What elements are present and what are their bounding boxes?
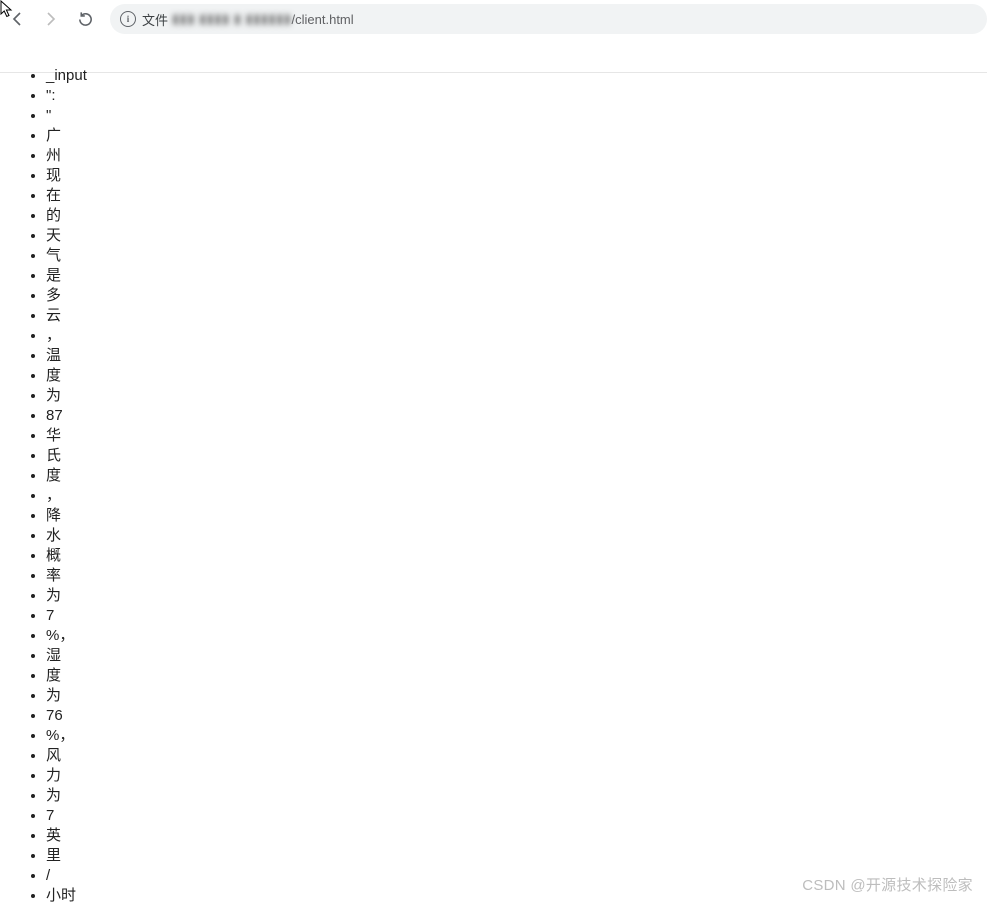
list-item: 率 (46, 566, 987, 586)
address-protocol-label: 文件 (142, 10, 168, 29)
list-item: 广 (46, 126, 987, 146)
list-item: 度 (46, 366, 987, 386)
list-item: 里 (46, 846, 987, 866)
list-item: 风 (46, 746, 987, 766)
list-item: 87 (46, 406, 987, 426)
list-item: 多 (46, 286, 987, 306)
site-info-icon[interactable]: i (120, 11, 136, 27)
address-redacted: ▮▮▮ ▮▮▮▮ ▮ ▮▮▮▮▮▮ (172, 11, 292, 27)
list-item: 76 (46, 706, 987, 726)
list-item: " (46, 106, 987, 126)
reload-button[interactable] (68, 2, 102, 36)
list-item: %， (46, 726, 987, 746)
list-item: 降 (46, 506, 987, 526)
forward-button[interactable] (34, 2, 68, 36)
list-item: 华 (46, 426, 987, 446)
list-item: %， (46, 626, 987, 646)
list-item: _input (46, 66, 987, 86)
list-item: 云 (46, 306, 987, 326)
list-item: 力 (46, 766, 987, 786)
list-item: 为 (46, 586, 987, 606)
list-item: 度 (46, 466, 987, 486)
watermark-text: CSDN @开源技术探险家 (802, 874, 973, 895)
list-item: ": (46, 86, 987, 106)
page-content: _input":"广州现在的天气是多云，温度为87华氏度，降水概率为7%，湿度为… (0, 36, 987, 905)
list-item: 7 (46, 806, 987, 826)
list-item: 在 (46, 186, 987, 206)
back-button[interactable] (0, 2, 34, 36)
browser-toolbar: i 文件 ▮▮▮ ▮▮▮▮ ▮ ▮▮▮▮▮▮ /client.html (0, 0, 987, 36)
address-path: /client.html (292, 12, 354, 27)
address-bar[interactable]: i 文件 ▮▮▮ ▮▮▮▮ ▮ ▮▮▮▮▮▮ /client.html (110, 4, 987, 34)
list-item: ， (46, 486, 987, 506)
list-item: 湿 (46, 646, 987, 666)
list-item: 天 (46, 226, 987, 246)
item-list: _input":"广州现在的天气是多云，温度为87华氏度，降水概率为7%，湿度为… (0, 66, 987, 905)
list-item: 的 (46, 206, 987, 226)
list-item: 气 (46, 246, 987, 266)
list-item: 水 (46, 526, 987, 546)
list-item: 为 (46, 386, 987, 406)
list-item: 度 (46, 666, 987, 686)
list-item: 现 (46, 166, 987, 186)
list-item: 是 (46, 266, 987, 286)
list-item: 概 (46, 546, 987, 566)
list-item: 为 (46, 686, 987, 706)
list-item: ， (46, 326, 987, 346)
list-item: 英 (46, 826, 987, 846)
list-item: 为 (46, 786, 987, 806)
list-item: 州 (46, 146, 987, 166)
list-item: 7 (46, 606, 987, 626)
list-item: 温 (46, 346, 987, 366)
list-item: 氏 (46, 446, 987, 466)
